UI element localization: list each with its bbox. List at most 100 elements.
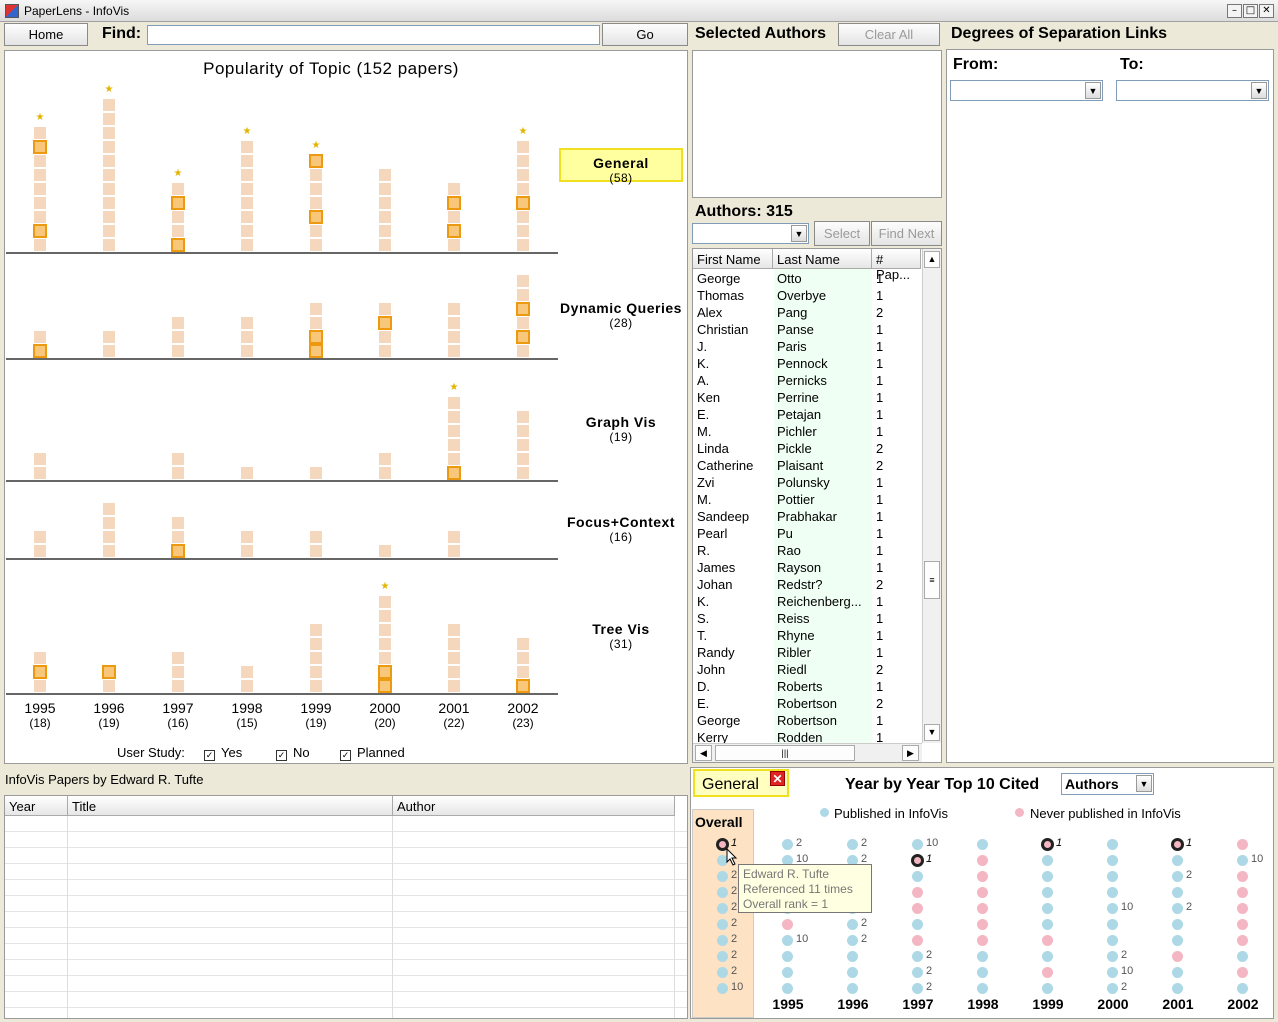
paper-square-highlighted[interactable] bbox=[33, 665, 47, 679]
cited-author-dot[interactable] bbox=[1042, 903, 1053, 914]
paper-square[interactable] bbox=[310, 638, 322, 650]
paper-square[interactable] bbox=[448, 652, 460, 664]
paper-square[interactable] bbox=[103, 345, 115, 357]
paper-square[interactable] bbox=[310, 666, 322, 678]
paper-square[interactable] bbox=[379, 197, 391, 209]
cited-author-dot[interactable] bbox=[912, 983, 923, 994]
paper-square[interactable] bbox=[241, 467, 253, 479]
paper-square[interactable] bbox=[517, 225, 529, 237]
paper-square-highlighted[interactable] bbox=[447, 224, 461, 238]
selected-authors-list[interactable] bbox=[692, 50, 942, 198]
cited-author-dot[interactable] bbox=[1172, 903, 1183, 914]
author-row[interactable]: James Rayson 1 bbox=[693, 559, 921, 576]
cited-author-dot-never[interactable] bbox=[977, 871, 988, 882]
paper-square[interactable] bbox=[310, 531, 322, 543]
scroll-right-icon[interactable]: ▶ bbox=[902, 745, 919, 761]
cited-author-dot[interactable] bbox=[847, 935, 858, 946]
paper-square-highlighted[interactable] bbox=[33, 140, 47, 154]
author-row[interactable]: Sandeep Prabhakar 1 bbox=[693, 508, 921, 525]
paper-square[interactable] bbox=[517, 289, 529, 301]
topic-year-bar[interactable] bbox=[172, 638, 184, 694]
paper-square[interactable] bbox=[34, 197, 46, 209]
cited-author-dot[interactable] bbox=[1237, 855, 1248, 866]
find-next-button[interactable]: Find Next bbox=[871, 221, 942, 246]
cited-author-dot[interactable] bbox=[1172, 935, 1183, 946]
cited-author-dot[interactable] bbox=[717, 887, 728, 898]
paper-square[interactable] bbox=[103, 331, 115, 343]
paper-square[interactable] bbox=[517, 666, 529, 678]
vertical-scrollbar[interactable]: ▲ ≡ ▼ bbox=[922, 249, 941, 743]
scroll-down-icon[interactable]: ▼ bbox=[924, 724, 940, 741]
paper-square[interactable] bbox=[379, 225, 391, 237]
cited-author-dot[interactable] bbox=[1042, 983, 1053, 994]
paper-square[interactable] bbox=[310, 303, 322, 315]
paper-square[interactable] bbox=[241, 197, 253, 209]
cited-author-dot[interactable] bbox=[977, 951, 988, 962]
paper-square[interactable] bbox=[103, 99, 115, 111]
topic-label[interactable]: Dynamic Queries (28) bbox=[559, 300, 683, 330]
close-icon[interactable]: ✕ bbox=[770, 771, 785, 786]
paper-square[interactable] bbox=[517, 183, 529, 195]
paper-square-highlighted[interactable] bbox=[171, 544, 185, 558]
paper-square[interactable] bbox=[103, 169, 115, 181]
topic-year-bar[interactable] bbox=[103, 317, 115, 359]
paper-square[interactable] bbox=[310, 680, 322, 692]
paper-square[interactable] bbox=[379, 211, 391, 223]
paper-square-highlighted[interactable] bbox=[378, 316, 392, 330]
author-row[interactable]: A. Pernicks 1 bbox=[693, 372, 921, 389]
paper-square[interactable] bbox=[448, 666, 460, 678]
paper-square[interactable] bbox=[34, 680, 46, 692]
cited-author-dot[interactable] bbox=[912, 839, 923, 850]
author-row[interactable]: E. Petajan 1 bbox=[693, 406, 921, 423]
author-row[interactable]: Linda Pickle 2 bbox=[693, 440, 921, 457]
paper-square[interactable] bbox=[172, 467, 184, 479]
topic-year-bar[interactable] bbox=[310, 610, 322, 694]
topic-year-bar[interactable] bbox=[448, 517, 460, 559]
topic-label[interactable]: Focus+Context (16) bbox=[559, 514, 683, 544]
paper-square[interactable] bbox=[448, 331, 460, 343]
topic-year-bar[interactable] bbox=[379, 155, 391, 253]
author-row[interactable]: Alex Pang 2 bbox=[693, 304, 921, 321]
col-last-name[interactable]: Last Name bbox=[773, 249, 872, 269]
paper-square[interactable] bbox=[241, 531, 253, 543]
cited-author-dot[interactable] bbox=[717, 871, 728, 882]
paper-square[interactable] bbox=[241, 155, 253, 167]
cited-author-dot[interactable] bbox=[1237, 951, 1248, 962]
author-row[interactable]: Ken Perrine 1 bbox=[693, 389, 921, 406]
cited-author-dot[interactable] bbox=[977, 983, 988, 994]
paper-square[interactable] bbox=[517, 155, 529, 167]
cited-author-dot[interactable] bbox=[717, 951, 728, 962]
cited-author-dot[interactable] bbox=[1107, 887, 1118, 898]
paper-square[interactable] bbox=[379, 610, 391, 622]
cited-author-dot-never[interactable] bbox=[912, 903, 923, 914]
topic-year-bar[interactable] bbox=[516, 624, 530, 694]
paper-square-highlighted[interactable] bbox=[516, 330, 530, 344]
paper-square[interactable] bbox=[241, 211, 253, 223]
paper-square-highlighted[interactable] bbox=[309, 154, 323, 168]
maximize-icon[interactable]: □ bbox=[1243, 4, 1258, 18]
topic-year-bar[interactable] bbox=[103, 489, 115, 559]
cited-author-dot-never[interactable] bbox=[1237, 967, 1248, 978]
topic-year-bar[interactable] bbox=[448, 610, 460, 694]
paper-square-highlighted[interactable] bbox=[309, 210, 323, 224]
paper-square[interactable] bbox=[517, 169, 529, 181]
close-window-icon[interactable]: ✕ bbox=[1259, 4, 1274, 18]
cited-author-dot[interactable] bbox=[1107, 951, 1118, 962]
paper-square[interactable] bbox=[172, 183, 184, 195]
paper-square[interactable] bbox=[379, 596, 391, 608]
topic-year-bar[interactable]: ★ bbox=[516, 127, 530, 253]
cited-author-dot[interactable] bbox=[1042, 871, 1053, 882]
topic-year-bar[interactable] bbox=[241, 303, 253, 359]
cited-author-dot[interactable] bbox=[1042, 919, 1053, 930]
paper-square[interactable] bbox=[172, 652, 184, 664]
topic-year-bar[interactable] bbox=[34, 517, 46, 559]
cited-author-dot[interactable] bbox=[717, 967, 728, 978]
paper-square[interactable] bbox=[448, 317, 460, 329]
author-row[interactable]: S. Reiss 1 bbox=[693, 610, 921, 627]
paper-square[interactable] bbox=[448, 624, 460, 636]
author-row[interactable]: T. Rhyne 1 bbox=[693, 627, 921, 644]
topic-year-bar[interactable] bbox=[517, 545, 529, 559]
paper-square[interactable] bbox=[379, 624, 391, 636]
paper-square[interactable] bbox=[241, 331, 253, 343]
paper-square[interactable] bbox=[103, 225, 115, 237]
